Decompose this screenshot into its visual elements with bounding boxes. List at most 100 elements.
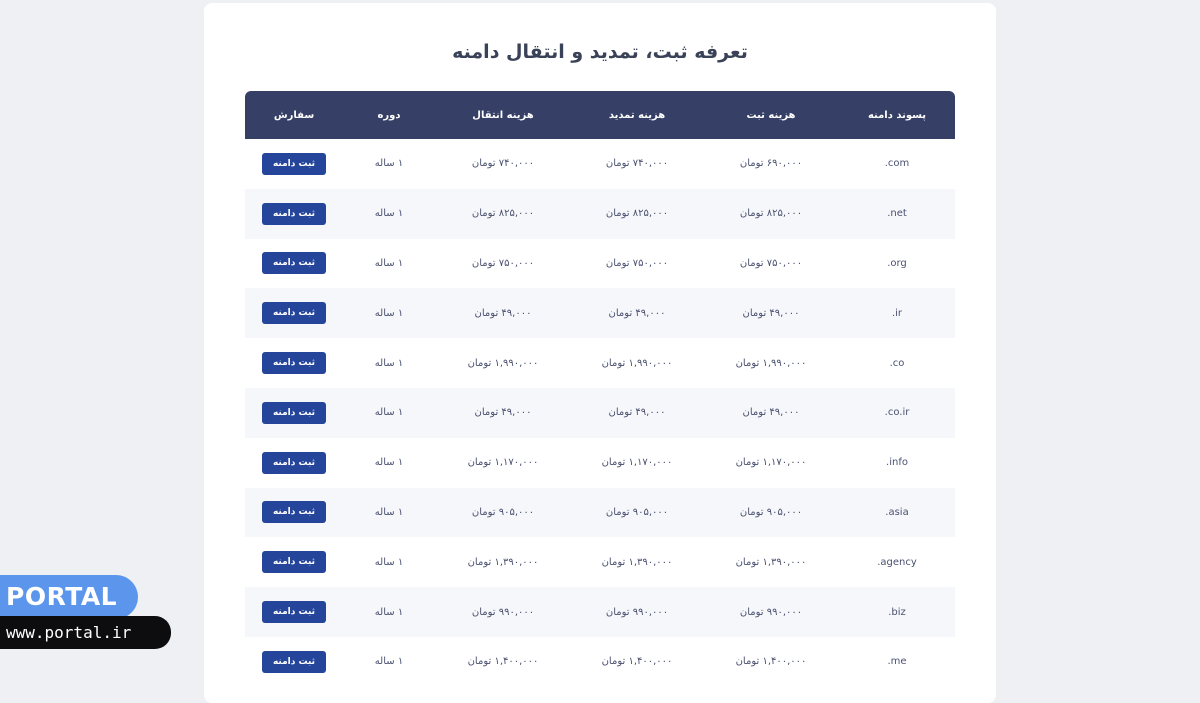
portal-logo: PORTAL — [0, 575, 138, 619]
order-cell: ثبت دامنه — [245, 202, 343, 225]
renew-price: ۴۹,۰۰۰ تومان — [608, 407, 666, 419]
register-domain-button[interactable]: ثبت دامنه — [262, 401, 326, 424]
period: ۱ ساله — [374, 208, 404, 220]
table-row: .info ۱,۱۷۰,۰۰۰ تومان ۱,۱۷۰,۰۰۰ تومان ۱,… — [245, 437, 955, 488]
domain-suffix: .org — [887, 257, 907, 269]
domain-suffix: .ir — [891, 307, 903, 319]
renew-price: ۷۴۰,۰۰۰ تومان — [605, 158, 669, 170]
table-row: .com ۶۹۰,۰۰۰ تومان ۷۴۰,۰۰۰ تومان ۷۴۰,۰۰۰… — [245, 139, 955, 189]
register-domain-button[interactable]: ثبت دامنه — [262, 451, 326, 474]
table-row: .asia ۹۰۵,۰۰۰ تومان ۹۰۵,۰۰۰ تومان ۹۰۵,۰۰… — [245, 487, 955, 538]
pricing-card: تعرفه ثبت، تمدید و انتقال دامنه پسوند دا… — [204, 3, 996, 703]
register-domain-button[interactable]: ثبت دامنه — [262, 601, 326, 624]
order-cell: ثبت دامنه — [245, 451, 343, 474]
register-domain-button[interactable]: ثبت دامنه — [262, 152, 326, 175]
register-price: ۶۹۰,۰۰۰ تومان — [739, 158, 803, 170]
renew-price: ۹۹۰,۰۰۰ تومان — [605, 606, 669, 618]
register-price: ۴۹,۰۰۰ تومان — [742, 407, 800, 419]
order-cell: ثبت دامنه — [245, 252, 343, 275]
register-price: ۱,۴۰۰,۰۰۰ تومان — [735, 656, 807, 668]
table-row: .co ۱,۹۹۰,۰۰۰ تومان ۱,۹۹۰,۰۰۰ تومان ۱,۹۹… — [245, 338, 955, 388]
register-domain-button[interactable]: ثبت دامنه — [262, 501, 326, 524]
transfer-price: ۷۵۰,۰۰۰ تومان — [471, 257, 535, 269]
order-cell: ثبت دامنه — [245, 302, 343, 325]
transfer-price: ۱,۴۰۰,۰۰۰ تومان — [467, 656, 539, 668]
register-domain-button[interactable]: ثبت دامنه — [262, 202, 326, 225]
transfer-price: ۱,۱۷۰,۰۰۰ تومان — [467, 457, 539, 469]
page-title: تعرفه ثبت، تمدید و انتقال دامنه — [452, 41, 748, 63]
domain-suffix: .agency — [877, 556, 917, 568]
transfer-price: ۴۹,۰۰۰ تومان — [474, 407, 532, 419]
register-domain-button[interactable]: ثبت دامنه — [262, 551, 326, 574]
period: ۱ ساله — [374, 506, 404, 518]
table-row: .org ۷۵۰,۰۰۰ تومان ۷۵۰,۰۰۰ تومان ۷۵۰,۰۰۰… — [245, 238, 955, 289]
register-price: ۷۵۰,۰۰۰ تومان — [739, 257, 803, 269]
table-row: .net ۸۲۵,۰۰۰ تومان ۸۲۵,۰۰۰ تومان ۸۲۵,۰۰۰… — [245, 188, 955, 239]
header-period: دوره — [377, 109, 401, 121]
transfer-price: ۱,۳۹۰,۰۰۰ تومان — [467, 556, 539, 568]
table-row: .ir ۴۹,۰۰۰ تومان ۴۹,۰۰۰ تومان ۴۹,۰۰۰ توم… — [245, 288, 955, 339]
order-cell: ثبت دامنه — [245, 401, 343, 424]
order-cell: ثبت دامنه — [245, 501, 343, 524]
order-cell: ثبت دامنه — [245, 152, 343, 175]
domain-suffix: .co.ir — [884, 407, 910, 419]
order-cell: ثبت دامنه — [245, 601, 343, 624]
portal-url: www.portal.ir — [0, 616, 171, 649]
register-price: ۱,۳۹۰,۰۰۰ تومان — [735, 556, 807, 568]
register-price: ۹۰۵,۰۰۰ تومان — [739, 506, 803, 518]
period: ۱ ساله — [374, 307, 404, 319]
period: ۱ ساله — [374, 656, 404, 668]
transfer-price: ۴۹,۰۰۰ تومان — [474, 307, 532, 319]
domain-suffix: .co — [889, 357, 905, 369]
table-row: .co.ir ۴۹,۰۰۰ تومان ۴۹,۰۰۰ تومان ۴۹,۰۰۰ … — [245, 387, 955, 438]
register-domain-button[interactable]: ثبت دامنه — [262, 252, 326, 275]
transfer-price: ۸۲۵,۰۰۰ تومان — [471, 208, 535, 220]
header-suffix: پسوند دامنه — [867, 109, 927, 121]
header-transfer: هزینه انتقال — [472, 109, 534, 121]
register-price: ۱,۹۹۰,۰۰۰ تومان — [735, 357, 807, 369]
domain-suffix: .com — [884, 158, 910, 170]
header-order: سفارش — [273, 109, 315, 121]
pricing-table: پسوند دامنه هزینه ثبت هزینه تمدید هزینه … — [245, 91, 955, 687]
register-price: ۸۲۵,۰۰۰ تومان — [739, 208, 803, 220]
domain-suffix: .asia — [885, 506, 909, 518]
table-row: .agency ۱,۳۹۰,۰۰۰ تومان ۱,۳۹۰,۰۰۰ تومان … — [245, 537, 955, 588]
renew-price: ۱,۴۰۰,۰۰۰ تومان — [601, 656, 673, 668]
renew-price: ۴۹,۰۰۰ تومان — [608, 307, 666, 319]
transfer-price: ۷۴۰,۰۰۰ تومان — [471, 158, 535, 170]
register-domain-button[interactable]: ثبت دامنه — [262, 302, 326, 325]
renew-price: ۹۰۵,۰۰۰ تومان — [605, 506, 669, 518]
domain-suffix: .info — [886, 457, 908, 469]
period: ۱ ساله — [374, 158, 404, 170]
period: ۱ ساله — [374, 556, 404, 568]
table-header: پسوند دامنه هزینه ثبت هزینه تمدید هزینه … — [245, 91, 955, 139]
table-row: .me ۱,۴۰۰,۰۰۰ تومان ۱,۴۰۰,۰۰۰ تومان ۱,۴۰… — [245, 636, 955, 687]
header-renew: هزینه تمدید — [608, 109, 666, 121]
period: ۱ ساله — [374, 357, 404, 369]
order-cell: ثبت دامنه — [245, 352, 343, 375]
register-domain-button[interactable]: ثبت دامنه — [262, 650, 326, 673]
domain-suffix: .me — [887, 656, 907, 668]
period: ۱ ساله — [374, 407, 404, 419]
transfer-price: ۹۰۵,۰۰۰ تومان — [471, 506, 535, 518]
renew-price: ۱,۹۹۰,۰۰۰ تومان — [601, 357, 673, 369]
register-price: ۱,۱۷۰,۰۰۰ تومان — [735, 457, 807, 469]
domain-suffix: .biz — [888, 606, 906, 618]
transfer-price: ۱,۹۹۰,۰۰۰ تومان — [467, 357, 539, 369]
order-cell: ثبت دامنه — [245, 551, 343, 574]
register-domain-button[interactable]: ثبت دامنه — [262, 352, 326, 375]
period: ۱ ساله — [374, 257, 404, 269]
period: ۱ ساله — [374, 606, 404, 618]
renew-price: ۷۵۰,۰۰۰ تومان — [605, 257, 669, 269]
renew-price: ۸۲۵,۰۰۰ تومان — [605, 208, 669, 220]
order-cell: ثبت دامنه — [245, 650, 343, 673]
register-price: ۴۹,۰۰۰ تومان — [742, 307, 800, 319]
domain-suffix: .net — [887, 208, 907, 220]
period: ۱ ساله — [374, 457, 404, 469]
transfer-price: ۹۹۰,۰۰۰ تومان — [471, 606, 535, 618]
register-price: ۹۹۰,۰۰۰ تومان — [739, 606, 803, 618]
table-row: .biz ۹۹۰,۰۰۰ تومان ۹۹۰,۰۰۰ تومان ۹۹۰,۰۰۰… — [245, 587, 955, 637]
renew-price: ۱,۱۷۰,۰۰۰ تومان — [601, 457, 673, 469]
renew-price: ۱,۳۹۰,۰۰۰ تومان — [601, 556, 673, 568]
header-register: هزینه ثبت — [746, 109, 796, 121]
